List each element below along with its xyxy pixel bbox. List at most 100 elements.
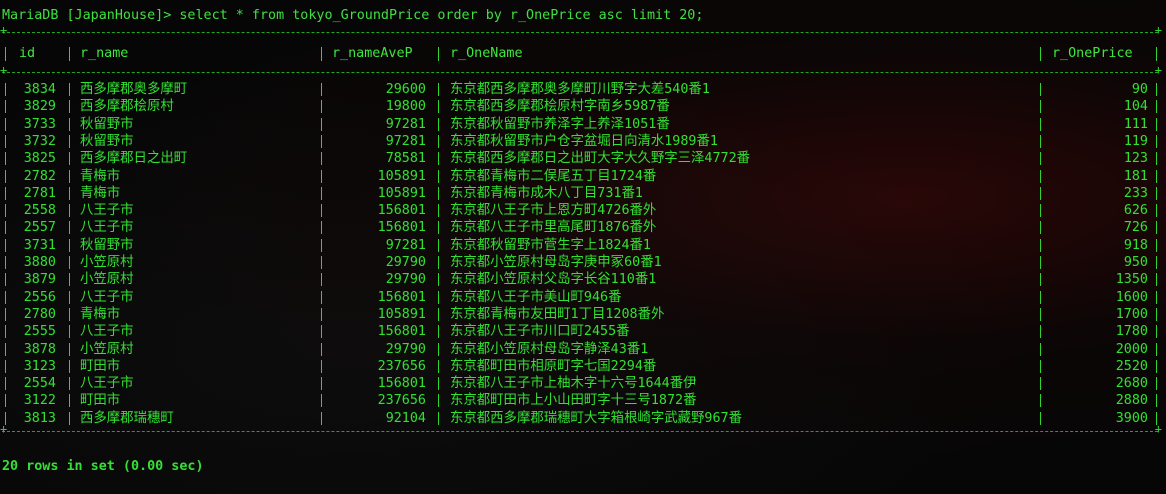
- column-separator: [438, 47, 439, 61]
- cell-r-name: 西多摩郡奥多摩町: [80, 82, 188, 97]
- cell-r-one-name: 东京都西多摩郡日之出町大字大久野字三泽4772番: [450, 151, 751, 167]
- column-separator: [5, 325, 6, 339]
- terminal-window[interactable]: MariaDB [JapanHouse]> select * from toky…: [0, 0, 1166, 494]
- cell-id: 2555: [23, 324, 56, 340]
- column-header-r-one-name: r_OneName: [450, 46, 523, 61]
- cell-r-one-price: 119: [1123, 133, 1148, 149]
- column-separator: [1156, 152, 1157, 166]
- cell-r-one-name: 东京都秋留野市菅生字上1824番1: [450, 237, 651, 253]
- cell-id: 2556: [23, 289, 56, 305]
- cell-r-one-name: 东京都町田市上小山田町字十三号1872番: [450, 393, 697, 409]
- cell-r-one-price: 181: [1123, 168, 1148, 184]
- column-separator: [1156, 256, 1157, 269]
- cell-r-one-price: 1780: [1115, 324, 1148, 340]
- column-separator: [69, 273, 70, 287]
- column-separator: [438, 238, 439, 252]
- cell-r-one-price: 3900: [1115, 410, 1148, 426]
- column-separator: [5, 100, 6, 114]
- cell-r-one-name: 东京都青梅市成木八丁目731番1: [450, 185, 643, 201]
- cell-r-name: 秋留野市: [80, 116, 134, 132]
- cell-r-name-avep: 156801: [377, 376, 426, 392]
- column-separator: [1156, 342, 1157, 356]
- column-separator: [321, 411, 322, 425]
- cell-r-one-price: 123: [1123, 151, 1148, 167]
- column-separator: [1156, 307, 1157, 321]
- column-separator: [321, 204, 322, 218]
- cell-r-one-price: 950: [1123, 255, 1148, 270]
- cell-r-name-avep: 156801: [377, 220, 426, 236]
- column-separator: [321, 47, 322, 61]
- column-separator: [438, 325, 439, 339]
- column-separator: [321, 134, 322, 148]
- cell-r-one-name: 东京都小笠原村母岛字庚申冢60番1: [450, 255, 662, 270]
- column-separator: [438, 256, 439, 269]
- cell-r-name-avep: 97281: [385, 237, 426, 253]
- column-separator: [1156, 169, 1157, 183]
- column-separator: [69, 204, 70, 218]
- column-separator: [321, 100, 322, 114]
- column-separator: [1040, 221, 1041, 235]
- column-separator: [5, 152, 6, 166]
- column-separator: [321, 377, 322, 391]
- column-separator: [438, 377, 439, 391]
- column-separator: [5, 394, 6, 408]
- cell-r-one-name: 东京都青梅市二俣尾五丁目1724番: [450, 168, 657, 184]
- cell-id: 3878: [23, 341, 56, 357]
- column-separator: [1040, 290, 1041, 304]
- column-separator: [438, 342, 439, 356]
- result-status: 20 rows in set (0.00 sec): [2, 459, 204, 474]
- column-separator: [321, 290, 322, 304]
- column-separator: [438, 273, 439, 287]
- cell-r-one-name: 东京都八王子市美山町946番: [450, 289, 622, 305]
- column-separator: [5, 134, 6, 148]
- cell-r-name-avep: 156801: [377, 203, 426, 219]
- column-separator: [1040, 411, 1041, 425]
- column-separator: [5, 342, 6, 356]
- column-header-r-name: r_name: [80, 46, 129, 61]
- column-separator: [1040, 134, 1041, 148]
- cell-r-one-name: 东京都西多摩郡桧原村字南乡5987番: [450, 99, 670, 115]
- column-separator: [5, 204, 6, 218]
- column-separator: [5, 273, 6, 287]
- column-separator: [321, 117, 322, 131]
- column-separator: [5, 256, 6, 269]
- table-border-bottom: [0, 422, 1162, 436]
- table-border-header: [0, 63, 1162, 77]
- cell-r-name: 八王子市: [80, 220, 134, 236]
- column-separator: [69, 47, 70, 61]
- cell-r-name: 秋留野市: [80, 133, 134, 149]
- column-separator: [69, 238, 70, 252]
- column-header-r-one-price: r_OnePrice: [1052, 46, 1133, 61]
- cell-r-one-name: 东京都町田市相原町字七国2294番: [450, 358, 657, 374]
- column-separator: [321, 325, 322, 339]
- column-separator: [438, 169, 439, 183]
- cell-r-name: 西多摩郡日之出町: [80, 151, 188, 167]
- cell-r-name-avep: 105891: [377, 168, 426, 184]
- column-separator: [69, 152, 70, 166]
- cell-r-name-avep: 29790: [385, 255, 426, 270]
- cell-r-name-avep: 156801: [377, 324, 426, 340]
- cell-r-name-avep: 156801: [377, 289, 426, 305]
- column-separator: [1040, 238, 1041, 252]
- cell-r-name: 青梅市: [80, 306, 121, 322]
- column-separator: [5, 290, 6, 304]
- column-separator: [5, 83, 6, 96]
- cell-r-one-name: 东京都小笠原村父岛字长谷110番1: [450, 272, 657, 288]
- cell-r-name: 八王子市: [80, 289, 134, 305]
- cell-id: 3123: [23, 358, 56, 374]
- cell-r-one-price: 2880: [1115, 393, 1148, 409]
- column-separator: [438, 307, 439, 321]
- column-separator: [1156, 47, 1157, 61]
- cell-r-one-price: 1700: [1115, 306, 1148, 322]
- column-separator: [321, 152, 322, 166]
- column-separator: [321, 169, 322, 183]
- column-separator: [69, 100, 70, 114]
- column-separator: [438, 221, 439, 235]
- cell-r-one-price: 2520: [1115, 358, 1148, 374]
- cell-r-name: 小笠原村: [80, 255, 134, 270]
- cell-id: 2558: [23, 203, 56, 219]
- cell-r-name-avep: 105891: [377, 306, 426, 322]
- cell-r-one-name: 东京都青梅市友田町1丁目1208番外: [450, 306, 665, 322]
- cell-r-name-avep: 29790: [385, 341, 426, 357]
- column-separator: [1040, 325, 1041, 339]
